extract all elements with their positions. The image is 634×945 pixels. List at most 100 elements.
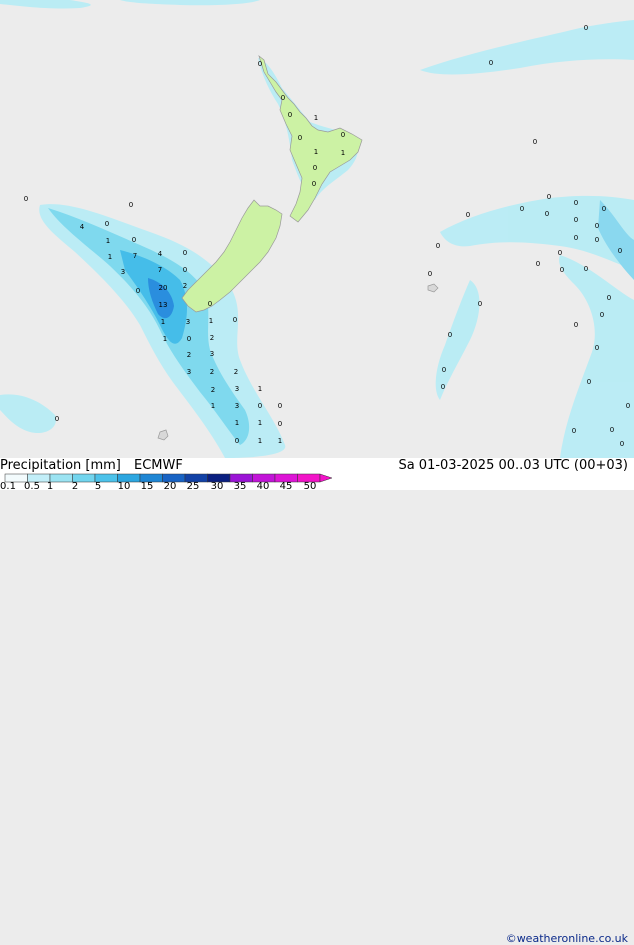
map-value-label: 13 <box>159 301 168 309</box>
map-value-label: 0 <box>278 402 282 410</box>
map-value-label: 0 <box>536 260 540 268</box>
map-value-label: 0 <box>129 201 133 209</box>
map-value-label: 0 <box>428 270 432 278</box>
legend-title: Precipitation [mm] <box>0 458 121 473</box>
map-value-label: 7 <box>158 266 162 274</box>
map-value-label: 0 <box>478 300 482 308</box>
map-value-label: 0 <box>600 311 604 319</box>
map-value-label: 0 <box>233 316 237 324</box>
map-value-label: 0 <box>595 222 599 230</box>
map-value-label: 3 <box>186 318 190 326</box>
map-value-label: 0 <box>572 427 576 435</box>
map-value-label: 0 <box>136 287 140 295</box>
map-value-label: 7 <box>133 252 137 260</box>
map-value-label: 3 <box>210 350 214 358</box>
map-value-label: 2 <box>183 282 187 290</box>
map-value-label: 0 <box>595 344 599 352</box>
map-value-label: 1 <box>211 402 215 410</box>
color-scale-tick-label: 15 <box>140 481 154 492</box>
map-value-label: 0 <box>258 402 262 410</box>
color-scale-swatch <box>49 473 73 483</box>
map-value-label: 0 <box>312 180 316 188</box>
map-value-label: 0 <box>584 265 588 273</box>
map-value-label: 0 <box>610 426 614 434</box>
map-value-label: 0 <box>489 59 493 67</box>
map-value-label: 0 <box>442 366 446 374</box>
map-value-label: 1 <box>209 317 213 325</box>
map-value-label: 0 <box>24 195 28 203</box>
map-value-label: 3 <box>187 368 191 376</box>
map-value-label: 0 <box>584 24 588 32</box>
map-value-label: 0 <box>626 402 630 410</box>
map-value-label: 1 <box>258 385 262 393</box>
color-scale-tick-label: 25 <box>186 481 200 492</box>
map-value-label: 0 <box>313 164 317 172</box>
color-scale-tick-label: 0.1 <box>0 481 16 492</box>
color-scale-arrow <box>319 473 333 483</box>
map-value-label: 1 <box>314 148 318 156</box>
map-value-label: 0 <box>281 94 285 102</box>
map-value-label: 3 <box>235 402 239 410</box>
model-name: ECMWF <box>134 458 183 473</box>
color-scale-tick-label: 40 <box>256 481 270 492</box>
map-value-label: 0 <box>545 210 549 218</box>
map-value-label: 0 <box>560 266 564 274</box>
precipitation-map: 0 0 0 1 0 0 1 1 0 0 0 0 0 0 0 4 0 1 0 1 7 4 0 3 7 0 0 20 2 13 0 1 3 1 0 1 0 2… <box>0 0 634 458</box>
map-canvas: 000 1001 100000004 01 01 7 4 03 7 00 20 213 01 3 1 01 0 2… <box>0 0 634 458</box>
map-value-label: 0 <box>547 193 551 201</box>
map-value-label: 0 <box>441 383 445 391</box>
map-value-label: 0 <box>574 216 578 224</box>
map-value-label: 0 <box>235 437 239 445</box>
map-value-label: 1 <box>235 419 239 427</box>
map-value-label: 0 <box>55 415 59 423</box>
map-value-label: 1 <box>278 437 282 445</box>
map-value-label: 0 <box>341 131 345 139</box>
map-value-label: 1 <box>161 318 165 326</box>
map-value-label: 1 <box>258 437 262 445</box>
credit-link[interactable]: ©weatheronline.co.uk <box>506 932 628 945</box>
map-value-label: 0 <box>183 249 187 257</box>
map-value-label: 0 <box>436 242 440 250</box>
map-value-label: 0 <box>288 111 292 119</box>
map-value-label: 2 <box>234 368 238 376</box>
map-value-label: 0 <box>533 138 537 146</box>
map-value-label: 0 <box>258 60 262 68</box>
map-value-label: 1 <box>163 335 167 343</box>
map-value-label: 0 <box>574 199 578 207</box>
map-value-label: 4 <box>158 250 163 258</box>
color-scale-tick-label: 10 <box>117 481 131 492</box>
map-value-label: 0 <box>298 134 302 142</box>
map-value-label: 4 <box>80 223 85 231</box>
map-value-label: 0 <box>607 294 611 302</box>
map-value-label: 3 <box>235 385 239 393</box>
color-scale-tick-label: 2 <box>71 481 79 492</box>
map-value-label: 0 <box>466 211 470 219</box>
color-scale-tick-label: 20 <box>163 481 177 492</box>
map-value-label: 20 <box>159 284 168 292</box>
map-value-label: 2 <box>210 368 214 376</box>
map-value-label: 0 <box>595 236 599 244</box>
map-value-label: 0 <box>620 440 624 448</box>
map-value-label: 2 <box>211 386 215 394</box>
color-scale-tick-label: 30 <box>210 481 224 492</box>
color-scale-tick-label: 5 <box>94 481 102 492</box>
map-value-label: 0 <box>618 247 622 255</box>
map-value-label: 0 <box>602 205 606 213</box>
map-value-label: 3 <box>121 268 125 276</box>
map-value-label: 0 <box>208 300 212 308</box>
map-value-label: 0 <box>278 420 282 428</box>
map-value-label: 0 <box>448 331 452 339</box>
map-value-label: 1 <box>314 114 318 122</box>
color-scale-tick-label: 50 <box>303 481 317 492</box>
map-value-label: 1 <box>341 149 345 157</box>
color-scale-tick-label: 45 <box>279 481 293 492</box>
map-value-label: 1 <box>106 237 110 245</box>
color-scale-tick-label: 1 <box>46 481 54 492</box>
map-value-label: 2 <box>187 351 191 359</box>
timestamp: Sa 01-03-2025 00..03 UTC (00+03) <box>398 458 628 473</box>
map-value-label: 0 <box>558 249 562 257</box>
map-value-label: 0 <box>574 321 578 329</box>
map-value-label: 0 <box>132 236 136 244</box>
color-scale-tick-label: 35 <box>233 481 247 492</box>
map-value-label: 2 <box>210 334 214 342</box>
